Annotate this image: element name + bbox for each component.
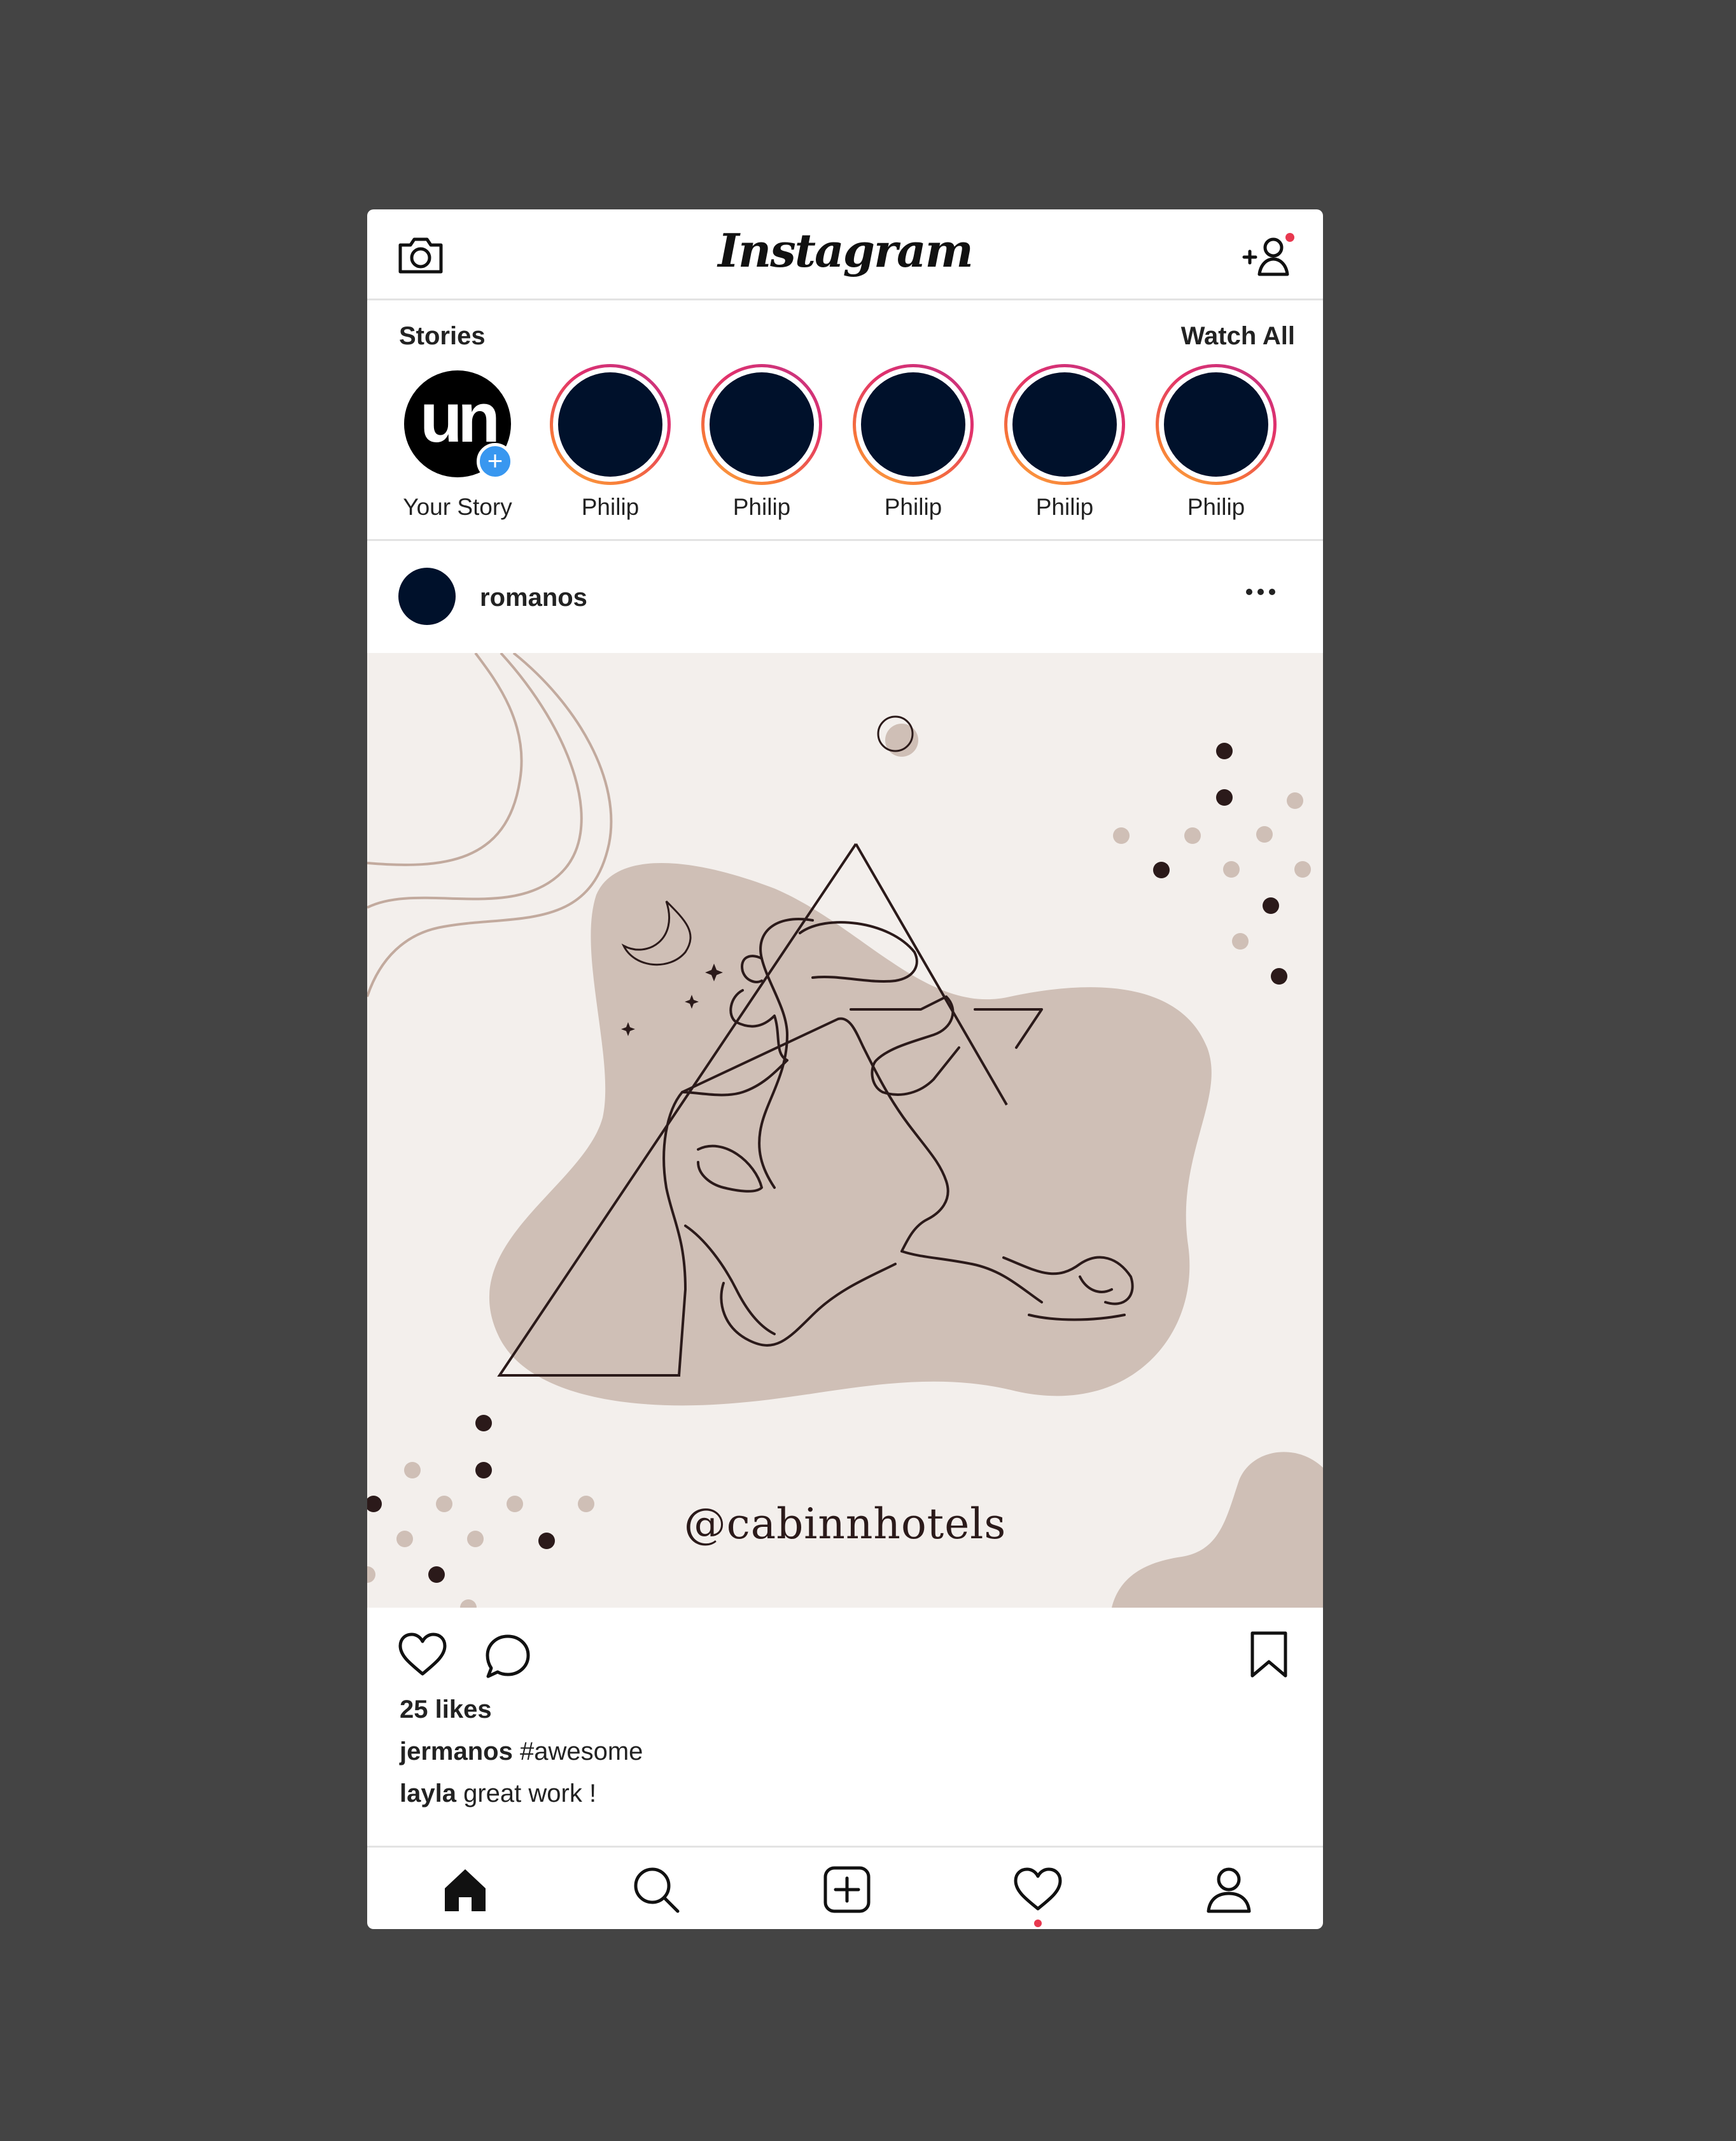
comment-line: jermanos #awesome — [400, 1737, 643, 1766]
comment-username[interactable]: layla — [400, 1779, 456, 1808]
post-header: romanos — [367, 541, 1323, 652]
comment-line: layla great work ! — [400, 1779, 596, 1808]
comment-icon[interactable] — [484, 1633, 531, 1680]
activity-heart-icon[interactable] — [1012, 1864, 1063, 1915]
bookmark-icon[interactable] — [1249, 1631, 1289, 1679]
post-image[interactable]: @cabinnhotels — [367, 653, 1323, 1608]
post-actions: 25 likes jermanos #awesome layla great w… — [367, 1608, 1323, 1850]
notification-dot — [1285, 233, 1294, 242]
stories-title: Stories — [399, 322, 486, 350]
comment-text: #awesome — [519, 1737, 643, 1765]
post-illustration — [367, 653, 1323, 1608]
story-item[interactable]: Philip — [995, 364, 1135, 521]
activity-notification-dot — [1034, 1920, 1042, 1927]
story-avatar — [861, 372, 965, 477]
story-ring — [701, 364, 822, 485]
story-label: Philip — [1187, 494, 1245, 520]
story-label: Philip — [581, 494, 640, 520]
likes-count[interactable]: 25 likes — [400, 1695, 492, 1724]
profile-icon[interactable] — [1203, 1864, 1254, 1915]
story-ring — [853, 364, 974, 485]
post-author-avatar[interactable] — [398, 568, 456, 625]
avatar-initials: un — [419, 379, 500, 457]
top-bar: Instagram — [367, 209, 1323, 300]
more-options-icon[interactable] — [1242, 579, 1280, 605]
search-icon[interactable] — [631, 1864, 682, 1915]
comment-text: great work ! — [463, 1779, 597, 1808]
story-label: Philip — [732, 494, 791, 520]
story-item[interactable]: Philip — [1146, 364, 1286, 521]
story-label: Your Story — [403, 494, 512, 520]
bottom-nav — [367, 1846, 1323, 1929]
story-item[interactable]: Philip — [692, 364, 832, 521]
like-heart-icon[interactable] — [398, 1632, 447, 1678]
post-author-username[interactable]: romanos — [480, 584, 587, 612]
watch-all-link[interactable]: Watch All — [1181, 322, 1295, 351]
post-handle-text: @cabinnhotels — [683, 1499, 1007, 1548]
add-story-plus-icon[interactable]: + — [477, 443, 514, 480]
home-icon[interactable] — [440, 1864, 491, 1915]
story-avatar — [710, 372, 814, 477]
story-item[interactable]: Philip — [540, 364, 680, 521]
your-story[interactable]: un + Your Story — [388, 364, 528, 521]
story-avatar — [1164, 372, 1268, 477]
story-item[interactable]: Philip — [843, 364, 983, 521]
add-user-icon[interactable] — [1240, 228, 1298, 286]
instagram-app-frame: Instagram Stories Watch All un + Your St… — [367, 209, 1323, 1929]
comment-username[interactable]: jermanos — [400, 1737, 513, 1765]
story-ring — [550, 364, 671, 485]
story-ring — [1004, 364, 1125, 485]
instagram-logo: Instagram — [718, 223, 974, 277]
story-label: Philip — [1035, 494, 1094, 520]
own-avatar: un + — [404, 370, 514, 480]
new-post-icon[interactable] — [822, 1864, 872, 1915]
story-label: Philip — [884, 494, 942, 520]
story-ring — [1156, 364, 1277, 485]
stories-bar: Stories Watch All un + Your Story Philip… — [367, 300, 1323, 541]
story-avatar — [558, 372, 662, 477]
story-avatar — [1012, 372, 1117, 477]
